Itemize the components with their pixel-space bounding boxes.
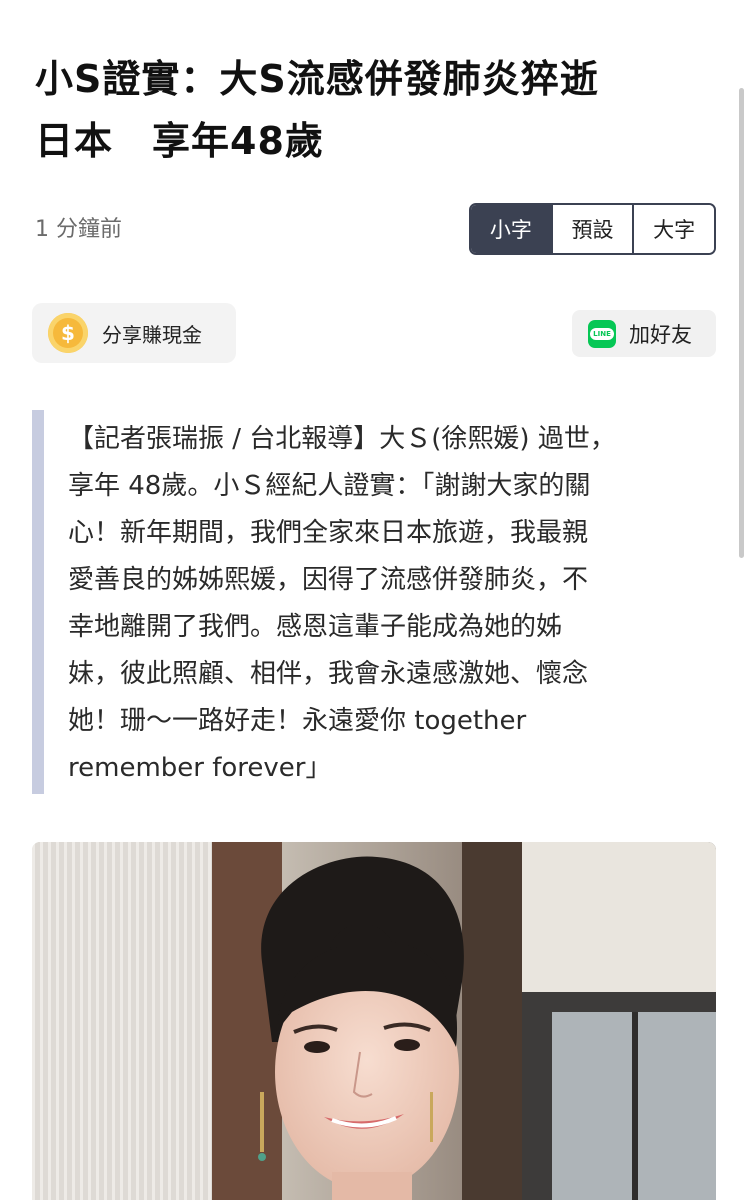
font-size-large-button[interactable]: 大字 — [632, 205, 714, 253]
share-earn-cash-label: 分享賺現金 — [102, 322, 202, 347]
quote-line: 她！珊～一路好走！永遠愛你 together — [68, 706, 527, 736]
line-app-icon: LINE — [588, 319, 616, 348]
quote-line: 【記者張瑞振 / 台北報導】大Ｓ(徐熙媛) 過世， — [68, 424, 616, 454]
article-title-line-1: 小S證實：大S流感併發肺炎猝逝 — [35, 57, 599, 101]
quote-line: 心！新年期間，我們全家來日本旅遊，我最親 — [68, 518, 589, 548]
share-earn-cash-button[interactable]: $ 分享賺現金 — [32, 303, 236, 363]
portrait-photo-illustration — [32, 842, 716, 1200]
quote-line: remember forever」 — [68, 753, 332, 783]
article-photo[interactable] — [32, 842, 716, 1200]
coin-dollar-icon: $ — [48, 313, 88, 353]
add-friend-label: 加好友 — [629, 322, 692, 347]
font-size-small-button[interactable]: 小字 — [471, 205, 551, 253]
font-size-selector: 小字 預設 大字 — [469, 203, 716, 255]
page-scrollbar[interactable] — [739, 88, 744, 558]
article-title-line-2: 日本 享年48歲 — [35, 119, 324, 163]
quote-line: 愛善良的姊姊熙媛，因得了流感併發肺炎，不 — [68, 565, 589, 595]
line-add-friend-button[interactable]: LINE 加好友 — [572, 310, 716, 357]
quote-line: 享年 48歲。小Ｓ經紀人證實：「謝謝大家的關 — [68, 471, 591, 501]
article-title: 小S證實：大S流感併發肺炎猝逝 日本 享年48歲 — [35, 48, 725, 172]
font-size-default-button[interactable]: 預設 — [550, 205, 633, 253]
quote-line: 幸地離開了我們。感恩這輩子能成為她的姊 — [68, 612, 563, 642]
quote-line: 妹，彼此照顧、相伴，我會永遠感激她、懷念 — [68, 659, 589, 689]
line-icon-text: LINE — [590, 327, 614, 340]
article-lead-quote: 【記者張瑞振 / 台北報導】大Ｓ(徐熙媛) 過世， 享年 48歲。小Ｓ經紀人證實… — [32, 410, 716, 794]
publish-time: 1 分鐘前 — [35, 217, 122, 242]
